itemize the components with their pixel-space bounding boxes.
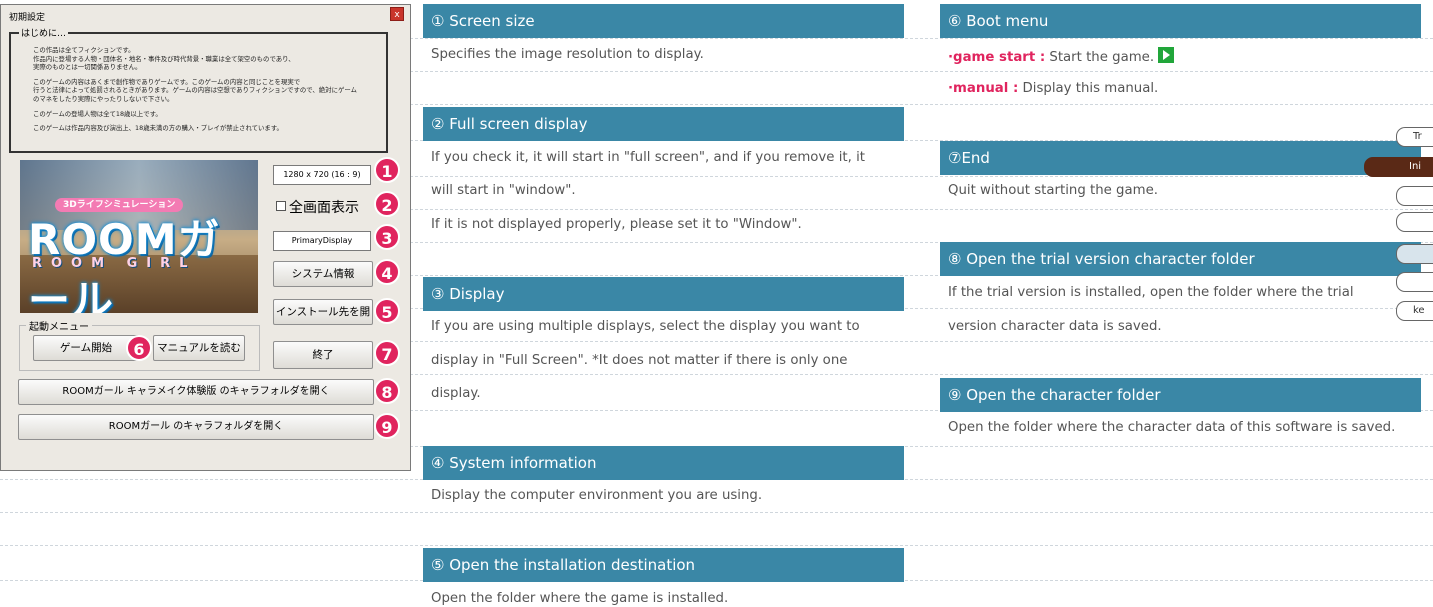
game-start-button[interactable]: ゲーム開始 <box>33 335 139 361</box>
close-button[interactable]: x <box>390 7 404 21</box>
display-select[interactable]: PrimaryDisplay <box>273 231 371 251</box>
read-manual-button[interactable]: マニュアルを読む <box>153 335 245 361</box>
fullscreen-checkbox[interactable]: 全画面表示 <box>276 197 359 217</box>
chara-folder-button[interactable]: ROOMガール のキャラフォルダを開く <box>18 414 374 440</box>
intro-paragraph: この作品は全てフィクションです。 作品内に登場する人物・団体名・地名・事件及び時… <box>33 46 295 72</box>
side-nav-button[interactable] <box>1396 244 1433 264</box>
intro-notice: はじめに… この作品は全てフィクションです。 作品内に登場する人物・団体名・地名… <box>9 26 388 153</box>
section-7-header: ⑦End <box>940 141 1421 175</box>
game-logo-sub: ROOM GIRL <box>32 256 197 271</box>
section-1-text: Specifies the image resolution to displa… <box>431 47 704 62</box>
section-8-text: version character data is saved. <box>948 319 1162 334</box>
badge-4: 4 <box>374 259 400 285</box>
side-nav-button[interactable] <box>1396 212 1433 232</box>
play-icon <box>1158 47 1175 63</box>
badge-3: 3 <box>374 224 400 250</box>
badge-2: 2 <box>374 191 400 217</box>
game-key-art: 3Dライフシミュレーション ROOMガール ROOM GIRL <box>20 160 258 313</box>
side-nav-button[interactable]: Tr <box>1396 127 1433 147</box>
section-2-header: ② Full screen display <box>423 107 904 141</box>
section-3-header: ③ Display <box>423 277 904 311</box>
game-start-text: Start the game. <box>1045 50 1155 65</box>
section-6-header: ⑥ Boot menu <box>940 4 1421 38</box>
side-nav-button-active[interactable]: Ini <box>1364 157 1433 177</box>
section-1-header: ① Screen size <box>423 4 904 38</box>
resolution-select[interactable]: 1280 x 720 (16 : 9) <box>273 165 371 185</box>
section-4-header: ④ System information <box>423 446 904 480</box>
section-3-text: display. <box>431 386 481 401</box>
launcher-dialog: 初期設定 x はじめに… この作品は全てフィクションです。 作品内に登場する人物… <box>0 4 411 471</box>
section-2-text: If it is not displayed properly, please … <box>431 217 802 232</box>
section-9-header: ⑨ Open the character folder <box>940 378 1421 412</box>
game-start-label: ·game start : <box>948 50 1046 65</box>
section-3-text: display in "Full Screen". *It does not m… <box>431 353 848 368</box>
badge-7: 7 <box>374 340 400 366</box>
checkbox-icon[interactable] <box>276 201 286 211</box>
section-7-text: Quit without starting the game. <box>948 183 1158 198</box>
exit-button[interactable]: 終了 <box>273 341 373 369</box>
fullscreen-label: 全画面表示 <box>289 200 359 216</box>
badge-1: 1 <box>374 157 400 183</box>
intro-paragraph: このゲームの内容はあくまで創作物でありゲームです。このゲームの内容と同じことを現… <box>33 77 357 103</box>
badge-9: 9 <box>374 413 400 439</box>
section-8-header: ⑧ Open the trial version character folde… <box>940 242 1421 276</box>
side-nav-button[interactable]: ke <box>1396 301 1433 321</box>
trial-chara-folder-button[interactable]: ROOMガール キャラメイク体験版 のキャラフォルダを開く <box>18 379 374 405</box>
side-nav-button[interactable] <box>1396 186 1433 206</box>
boot-menu-game-start-line: ·game start : Start the game. <box>948 47 1175 65</box>
intro-legend: はじめに… <box>19 26 69 39</box>
side-nav-button[interactable] <box>1396 272 1433 292</box>
badge-5: 5 <box>374 298 400 324</box>
manual-label: ·manual : <box>948 81 1019 96</box>
boot-menu-manual-line: ·manual : Display this manual. <box>948 81 1158 96</box>
section-8-text: If the trial version is installed, open … <box>948 285 1354 300</box>
section-4-text: Display the computer environment you are… <box>431 488 763 503</box>
intro-text: この作品は全てフィクションです。 作品内に登場する人物・団体名・地名・事件及び時… <box>33 46 383 139</box>
system-info-button[interactable]: システム情報 <box>273 261 373 287</box>
manual-text: Display this manual. <box>1018 81 1159 96</box>
install-folder-button[interactable]: インストール先を開 <box>273 299 373 325</box>
intro-paragraph: このゲームの登場人物は全て18歳以上です。 <box>33 109 162 118</box>
dialog-title: 初期設定 <box>9 13 46 23</box>
section-3-text: If you are using multiple displays, sele… <box>431 319 860 334</box>
intro-paragraph: このゲームは作品内容及び演出上、18歳未満の方の購入・プレイが禁止されています。 <box>33 124 283 133</box>
section-2-text: If you check it, it will start in "full … <box>431 150 865 165</box>
section-9-text: Open the folder where the character data… <box>948 420 1396 435</box>
section-5-text: Open the folder where the game is instal… <box>431 591 729 606</box>
section-5-header: ⑤ Open the installation destination <box>423 548 904 582</box>
boot-menu-legend: 起動メニュー <box>26 318 92 333</box>
section-2-text: will start in "window". <box>431 183 576 198</box>
badge-8: 8 <box>374 378 400 404</box>
badge-6: 6 <box>126 335 152 361</box>
